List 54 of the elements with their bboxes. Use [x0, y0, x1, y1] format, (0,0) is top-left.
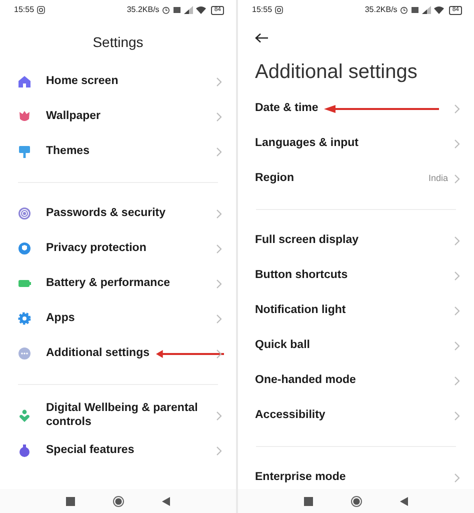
chevron-icon: [216, 348, 222, 358]
camera-icon: [275, 6, 284, 14]
chevron-icon: [454, 138, 460, 148]
chevron-icon: [454, 410, 460, 420]
network-speed-text: 35.2KB/s: [126, 4, 160, 16]
alarm-icon: [162, 6, 170, 14]
item-value: India: [428, 172, 448, 185]
clock-text: 15:55: [252, 4, 272, 16]
flask-icon: [18, 444, 31, 457]
chevron-icon: [216, 208, 222, 218]
paint-brush-icon: [18, 145, 31, 158]
wifi-icon: [434, 6, 444, 14]
chevron-icon: [454, 376, 460, 386]
chevron-icon: [454, 174, 460, 184]
recent-apps-icon: [304, 496, 313, 506]
chevron-icon: [454, 340, 460, 350]
back-icon: [162, 496, 170, 506]
chevron-icon: [454, 306, 460, 316]
chevron-icon: [216, 410, 222, 420]
chevron-icon: [216, 76, 222, 86]
chevron-icon: [216, 278, 222, 288]
chevron-icon: [216, 146, 222, 156]
chevron-icon: [216, 244, 222, 254]
home-button-icon: [351, 496, 362, 506]
alarm-icon: [400, 6, 408, 14]
shield-icon: [18, 242, 31, 255]
gear-icon: [18, 312, 31, 325]
recent-apps-icon: [66, 496, 75, 506]
back-arrow-icon: [255, 33, 269, 43]
page-title: Settings: [92, 32, 144, 52]
back-icon: [400, 496, 408, 506]
chevron-icon: [216, 314, 222, 324]
network-speed-text: 35.2KB/s: [364, 4, 398, 16]
camera-icon: [37, 6, 46, 14]
more-dots-icon: [18, 347, 31, 360]
chevron-icon: [216, 112, 222, 122]
signal-icon: [184, 6, 194, 14]
sim-icon: [411, 6, 420, 14]
clock-text: 15:55: [14, 4, 34, 16]
page-title: Additional settings: [255, 60, 418, 85]
chevron-icon: [454, 270, 460, 280]
wifi-icon: [196, 6, 206, 14]
battery-icon: [18, 277, 31, 290]
signal-icon: [422, 6, 432, 14]
chevron-icon: [454, 236, 460, 246]
home-button-icon: [113, 496, 124, 506]
chevron-icon: [454, 472, 460, 482]
person-heart-icon: [18, 409, 31, 422]
chevron-icon: [216, 446, 222, 456]
fingerprint-icon: [18, 207, 31, 220]
tulip-icon: [18, 110, 31, 123]
chevron-icon: [454, 104, 460, 114]
home-icon: [18, 75, 31, 88]
sim-icon: [173, 6, 182, 14]
